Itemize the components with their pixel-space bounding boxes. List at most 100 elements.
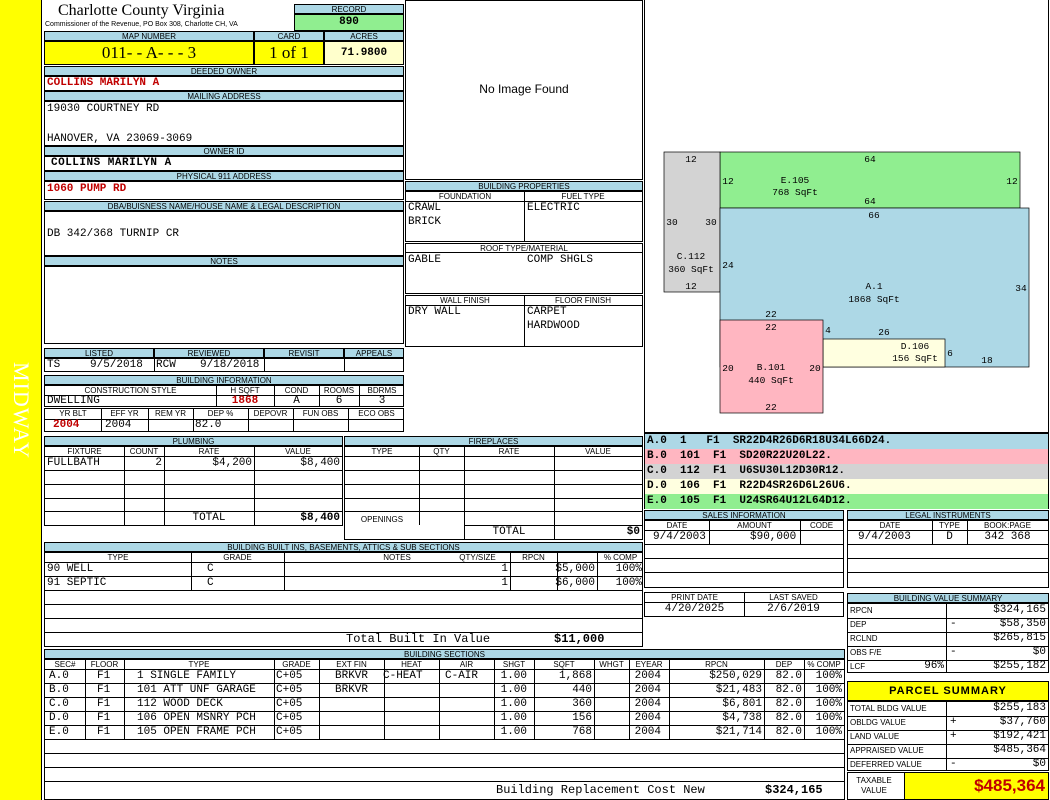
- reviewed-date: 9/18/2018: [200, 359, 260, 371]
- legal-col: DATE: [879, 521, 901, 530]
- fireplace-total-label: TOTAL: [492, 526, 526, 538]
- section-eyear: 2004: [634, 698, 661, 710]
- fireplace-col: TYPE: [371, 447, 393, 456]
- listing-row: TS 9/5/2018 RCW 9/18/2018: [44, 358, 404, 372]
- dep-value-label: DEP: [850, 620, 867, 629]
- section-comp: 100%: [815, 670, 842, 682]
- section-rpcn: $21,483: [715, 684, 762, 696]
- area-sqft-c: 360 SqFt: [668, 264, 714, 275]
- sales-table: DATE AMOUNT CODE 9/4/2003 $90,000: [644, 520, 844, 588]
- section-dep: 82.0: [775, 698, 802, 710]
- floor-finish-2: HARDWOOD: [527, 320, 580, 332]
- section-floor: F1: [97, 684, 111, 696]
- section-col: SQFT: [553, 660, 575, 669]
- rclnd-value: $265,815: [993, 632, 1046, 644]
- section-type: 105 OPEN FRAME PCH: [137, 726, 256, 738]
- wall-finish: DRY WALL: [408, 306, 461, 318]
- owner-id: COLLINS MARILYN A: [51, 157, 172, 169]
- section-rpcn: $21,714: [715, 726, 762, 738]
- card-value: 1 of 1: [254, 41, 324, 65]
- dim: 26: [878, 327, 890, 338]
- sales-col: AMOUNT: [737, 521, 772, 530]
- section-col: SEC#: [54, 660, 76, 669]
- section-rpcn: $6,801: [722, 698, 762, 710]
- legal-type: D: [946, 531, 953, 543]
- section-grade: C+05: [276, 698, 303, 710]
- listed-by: TS: [47, 359, 61, 371]
- replacement-cost: $324,165: [765, 783, 823, 797]
- section-eyear: 2004: [634, 726, 661, 738]
- depovr-label: DEPOVR: [253, 409, 288, 418]
- last-saved-label: LAST SAVED: [769, 593, 818, 602]
- section-floor: F1: [97, 698, 111, 710]
- section-col: FLOOR: [90, 660, 119, 669]
- section-type: 1 SINGLE FAMILY: [137, 670, 237, 682]
- acres-header: ACRES: [324, 31, 404, 41]
- cond: A: [293, 395, 300, 407]
- section-shgt: 1.00: [500, 684, 527, 696]
- print-date: 4/20/2025: [664, 603, 725, 615]
- rooms: 6: [335, 395, 343, 407]
- notes-header: NOTES: [44, 256, 404, 266]
- deeded-owner: COLLINS MARILYN A: [47, 77, 160, 89]
- bdrms: 3: [378, 395, 386, 407]
- section-col: WHGT: [599, 660, 624, 669]
- dim: 22: [765, 322, 777, 333]
- dim: 4: [825, 325, 831, 336]
- funobs-label: FUN OBS: [302, 409, 339, 418]
- plumbing-col: COUNT: [129, 447, 159, 456]
- obldg-label: OBLDG VALUE: [850, 718, 906, 727]
- section-eyear: 2004: [634, 670, 661, 682]
- builtin-qty: 1: [501, 563, 508, 575]
- appeals-header: APPEALS: [344, 348, 404, 358]
- vector-row: D.0 106 F1 R22D4SR26D6L26U6.: [645, 479, 1048, 494]
- building-info-row1: CONSTRUCTION STYLE H SQFT COND ROOMS BDR…: [44, 385, 404, 407]
- section-sqft: 768: [572, 726, 592, 738]
- builtin-grade: C: [207, 577, 214, 589]
- section-sec: A.0: [49, 670, 69, 682]
- legal-description: DB 342/368 TURNIP CR: [47, 228, 180, 240]
- appraised-value: $485,364: [993, 744, 1046, 756]
- revisit-header: REVISIT: [264, 348, 344, 358]
- section-type: 112 WOOD DECK: [137, 698, 223, 710]
- land-label: LAND VALUE: [850, 732, 900, 741]
- wall-floor-box: WALL FINISH FLOOR FINISH DRY WALL CARPET…: [405, 295, 643, 347]
- section-ext: BRKVR: [335, 684, 369, 696]
- plumbing-col: FIXTURE: [67, 447, 102, 456]
- section-sec: E.0: [49, 726, 69, 738]
- yrblt-label: YR BLT: [59, 409, 87, 418]
- vector-list: A.0 1 F1 SR22D4R26D6R18U34L66D24. B.0 10…: [644, 433, 1049, 509]
- section-row: C.0 F1 112 WOOD DECK C+05 1.00 360 2004 …: [45, 698, 844, 711]
- vector-row: E.0 105 F1 U24SR64U12L64D12.: [645, 494, 1048, 509]
- section-floor: F1: [97, 670, 111, 682]
- built-ins-header: BUILDING BUILT INS, BASEMENTS, ATTICS & …: [44, 542, 643, 552]
- section-type: 106 OPEN MSNRY PCH: [137, 712, 256, 724]
- section-rpcn: $250,029: [709, 670, 762, 682]
- building-sketch: E.105 768 SqFt C.112 360 SqFt A.1 1868 S…: [663, 151, 1030, 414]
- lcf-label: LCF: [850, 662, 866, 671]
- fireplaces-header: FIREPLACES: [344, 436, 643, 446]
- builtin-col: GRADE: [223, 553, 252, 562]
- year-built: 2004: [53, 419, 80, 431]
- section-shgt: 1.00: [500, 726, 527, 738]
- legal-date: 9/4/2003: [858, 531, 911, 543]
- dim: 22: [765, 402, 777, 413]
- dep-value: $58,350: [999, 618, 1046, 630]
- county-title: Charlotte County Virginia: [58, 2, 225, 19]
- area-sqft-e: 768 SqFt: [772, 187, 818, 198]
- section-type: 101 ATT UNF GARAGE: [137, 684, 256, 696]
- dim: 12: [685, 281, 697, 292]
- physical-address: 1060 PUMP RD: [47, 183, 127, 195]
- section-dep: 82.0: [775, 670, 802, 682]
- notes-box: [44, 266, 404, 344]
- section-col: EXT FIN: [336, 660, 367, 669]
- section-col: HEAT: [401, 660, 422, 669]
- no-image-text: No Image Found: [479, 82, 569, 96]
- legal-description-box: DB 342/368 TURNIP CR: [44, 211, 404, 256]
- mailing-line-2: HANOVER, VA 23069-3069: [47, 133, 193, 145]
- builtin-total-label: Total Built In Value: [346, 632, 491, 646]
- building-info-header: BUILDING INFORMATION: [44, 375, 404, 385]
- dim: 6: [947, 348, 953, 359]
- section-rpcn: $4,738: [722, 712, 762, 724]
- sale-date: 9/4/2003: [653, 531, 706, 543]
